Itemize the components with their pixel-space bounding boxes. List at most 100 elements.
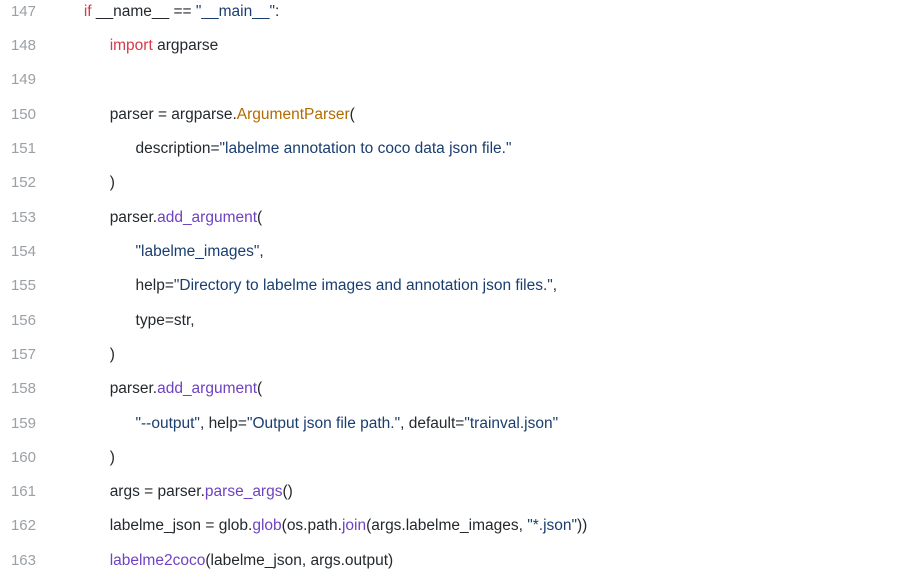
token-plain: argparse. bbox=[167, 106, 237, 123]
token-op: = bbox=[158, 106, 167, 123]
code-line[interactable]: 155 help="Directory to labelme images an… bbox=[0, 274, 920, 308]
token-plain: args bbox=[110, 483, 144, 500]
token-string: "labelme annotation to coco data json fi… bbox=[220, 140, 512, 157]
line-number: 153 bbox=[0, 207, 58, 230]
token-param: description bbox=[136, 140, 211, 157]
line-number: 148 bbox=[0, 35, 58, 58]
code-line[interactable]: 161 args = parser.parse_args() bbox=[0, 480, 920, 514]
token-plain: __name__ bbox=[92, 3, 174, 20]
token-class: ArgumentParser bbox=[237, 106, 350, 123]
token-param: default bbox=[409, 415, 456, 432]
line-number: 155 bbox=[0, 275, 58, 298]
token-plain: str, bbox=[174, 312, 195, 329]
code-content: labelme_json = glob.glob(os.path.join(ar… bbox=[58, 514, 587, 537]
code-content: help="Directory to labelme images and an… bbox=[58, 274, 557, 297]
token-punct: ( bbox=[350, 106, 355, 123]
token-punct: ) bbox=[388, 552, 393, 569]
code-content: labelme2coco(labelme_json, args.output) bbox=[58, 549, 393, 572]
token-plain: argparse bbox=[153, 37, 218, 54]
code-line[interactable]: 150 parser = argparse.ArgumentParser( bbox=[0, 103, 920, 137]
code-line[interactable]: 159 "--output", help = "Output json file p… bbox=[0, 412, 920, 446]
code-line[interactable]: 160 ) bbox=[0, 446, 920, 480]
line-number: 163 bbox=[0, 550, 58, 573]
token-op: = bbox=[165, 312, 174, 329]
code-content: args = parser.parse_args() bbox=[58, 480, 293, 503]
token-punct: ( bbox=[257, 380, 262, 397]
token-keyword: import bbox=[110, 37, 153, 54]
line-number: 156 bbox=[0, 310, 58, 333]
code-content: description="labelme annotation to coco … bbox=[58, 137, 511, 160]
code-content: parser.add_argument( bbox=[58, 206, 262, 229]
token-punct: , bbox=[400, 415, 409, 432]
code-line[interactable]: 163 labelme2coco(labelme_json, args.outp… bbox=[0, 549, 920, 583]
code-content: "labelme_images", bbox=[58, 240, 264, 263]
token-plain: parser. bbox=[110, 209, 157, 226]
line-number: 147 bbox=[0, 1, 58, 24]
token-plain: args.labelme_images, bbox=[371, 517, 527, 534]
token-op: = bbox=[165, 277, 174, 294]
code-content: if __name__ == "__main__": bbox=[58, 0, 279, 23]
token-string: "Directory to labelme images and annotat… bbox=[174, 277, 553, 294]
token-punct: () bbox=[282, 483, 292, 500]
code-line[interactable]: 162 labelme_json = glob.glob(os.path.joi… bbox=[0, 514, 920, 548]
token-op: == bbox=[173, 3, 191, 20]
code-content: import argparse bbox=[58, 34, 218, 57]
line-number: 151 bbox=[0, 138, 58, 161]
code-content: parser = argparse.ArgumentParser( bbox=[58, 103, 355, 126]
token-op: = bbox=[144, 483, 153, 500]
token-plain: labelme_json bbox=[110, 517, 206, 534]
code-line[interactable]: 157 ) bbox=[0, 343, 920, 377]
line-number: 161 bbox=[0, 481, 58, 504]
token-func: add_argument bbox=[157, 209, 257, 226]
line-number: 152 bbox=[0, 172, 58, 195]
line-number: 159 bbox=[0, 413, 58, 436]
token-param: help bbox=[136, 277, 165, 294]
token-punct: ) bbox=[110, 449, 115, 466]
code-line[interactable]: 156 type=str, bbox=[0, 309, 920, 343]
token-punct: ) bbox=[110, 346, 115, 363]
token-punct: : bbox=[275, 3, 279, 20]
token-punct: , bbox=[259, 243, 263, 260]
line-number: 162 bbox=[0, 515, 58, 538]
token-keyword: if bbox=[84, 3, 92, 20]
token-string: "__main__" bbox=[196, 3, 275, 20]
code-line[interactable]: 153 parser.add_argument( bbox=[0, 206, 920, 240]
token-string: "--output" bbox=[136, 415, 200, 432]
code-line[interactable]: 154 "labelme_images", bbox=[0, 240, 920, 274]
code-content: ) bbox=[58, 171, 115, 194]
token-func: labelme2coco bbox=[110, 552, 206, 569]
token-op: = bbox=[455, 415, 464, 432]
line-number: 157 bbox=[0, 344, 58, 367]
code-block: 147 if __name__ == "__main__":148 import… bbox=[0, 0, 920, 583]
token-string: "labelme_images" bbox=[136, 243, 260, 260]
code-line[interactable]: 149 bbox=[0, 69, 920, 103]
token-param: type bbox=[136, 312, 165, 329]
code-content: parser.add_argument( bbox=[58, 377, 262, 400]
code-line[interactable]: 148 import argparse bbox=[0, 34, 920, 68]
token-plain: labelme_json, args.output bbox=[211, 552, 389, 569]
token-op: = bbox=[210, 140, 219, 157]
code-line[interactable]: 151 description="labelme annotation to c… bbox=[0, 137, 920, 171]
line-number: 158 bbox=[0, 378, 58, 401]
token-plain: parser bbox=[110, 106, 158, 123]
code-line[interactable]: 158 parser.add_argument( bbox=[0, 377, 920, 411]
token-func: join bbox=[342, 517, 366, 534]
token-punct: )) bbox=[577, 517, 587, 534]
line-number: 160 bbox=[0, 447, 58, 470]
code-content: ) bbox=[58, 446, 115, 469]
token-punct: , bbox=[553, 277, 557, 294]
token-param: help bbox=[209, 415, 238, 432]
token-punct: , bbox=[200, 415, 209, 432]
token-plain: os.path. bbox=[287, 517, 342, 534]
code-content: ) bbox=[58, 343, 115, 366]
token-plain: parser. bbox=[110, 380, 157, 397]
token-func: add_argument bbox=[157, 380, 257, 397]
token-punct: ( bbox=[257, 209, 262, 226]
line-number: 154 bbox=[0, 241, 58, 264]
code-line[interactable]: 152 ) bbox=[0, 171, 920, 205]
line-number: 150 bbox=[0, 104, 58, 127]
token-punct: ) bbox=[110, 174, 115, 191]
token-string: "Output json file path." bbox=[247, 415, 400, 432]
token-func: glob bbox=[252, 517, 281, 534]
code-line[interactable]: 147 if __name__ == "__main__": bbox=[0, 0, 920, 34]
